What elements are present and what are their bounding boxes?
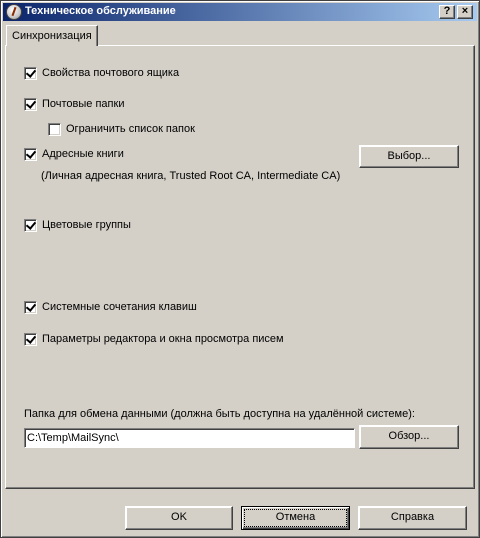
window-title: Техническое обслуживание — [25, 5, 176, 17]
help-title-button[interactable]: ? — [439, 5, 455, 19]
tab-panel — [5, 45, 475, 489]
app-icon — [6, 4, 22, 20]
help-button[interactable]: Справка — [358, 506, 467, 530]
tab-synchronization[interactable]: Синхронизация — [6, 25, 98, 46]
title-bar: Техническое обслуживание ? × — [3, 3, 477, 21]
maintenance-dialog: Техническое обслуживание ? × Синхронизац… — [0, 0, 480, 538]
ok-button[interactable]: OK — [125, 506, 233, 530]
close-button[interactable]: × — [457, 5, 473, 19]
cancel-button[interactable]: Отмена — [241, 506, 350, 530]
tab-label: Синхронизация — [12, 30, 92, 42]
